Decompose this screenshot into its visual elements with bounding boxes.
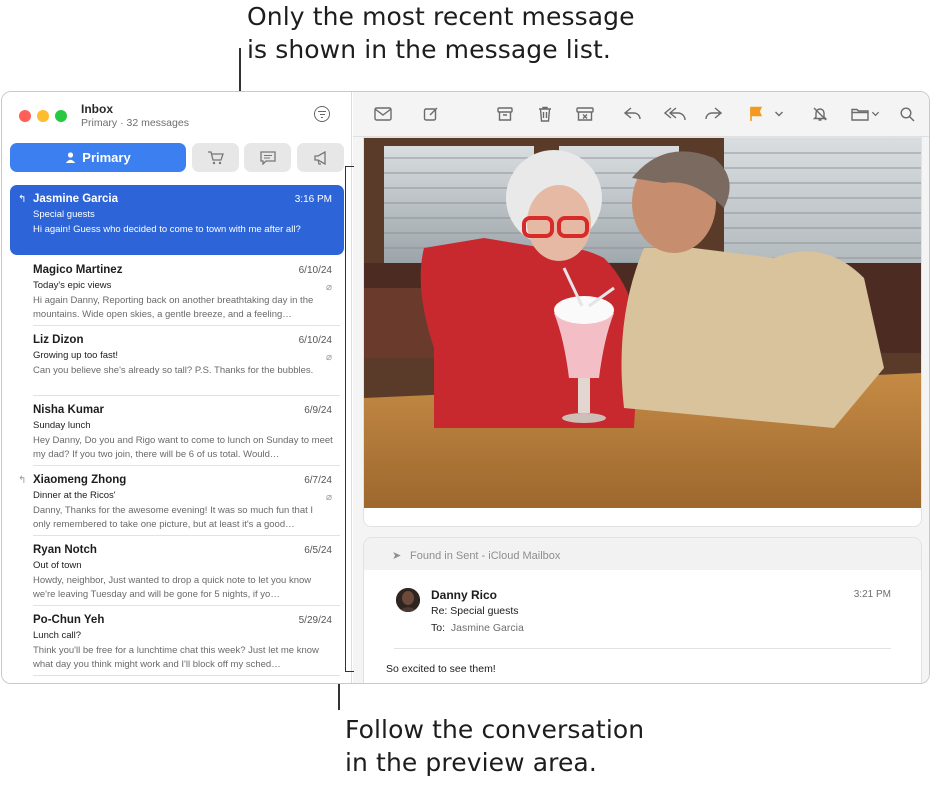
message-subject: Growing up too fast! (33, 350, 119, 361)
paper-plane-icon: ➤ (392, 550, 402, 562)
message-subject: Out of town (33, 560, 82, 571)
message-row[interactable]: Liz Dizon 6/10/24 Growing up too fast! ⌀… (10, 326, 344, 396)
tab-primary[interactable]: Primary (10, 143, 186, 172)
flag-icon[interactable] (746, 105, 766, 123)
archive-icon[interactable] (495, 105, 515, 123)
message-row[interactable]: ↰ Xiaomeng Zhong 6/7/24 Dinner at the Ri… (10, 466, 344, 536)
message-row[interactable]: Magico Martinez 6/10/24 Today's epic vie… (10, 256, 344, 326)
message-preview: Hi again! Guess who decided to come to t… (33, 224, 301, 235)
message-sender: Nisha Kumar (33, 404, 104, 416)
tab-updates[interactable] (244, 143, 291, 172)
reply-all-icon[interactable] (663, 105, 689, 123)
mute-icon[interactable] (810, 105, 830, 123)
minimize-window-button[interactable] (37, 110, 49, 122)
attachment-icon: ⌀ (325, 282, 332, 293)
forward-icon[interactable] (703, 105, 723, 123)
zoom-window-button[interactable] (55, 110, 67, 122)
message-sender: Po-Chun Yeh (33, 614, 105, 626)
filter-button[interactable] (314, 106, 330, 122)
message-date: 6/9/24 (304, 405, 332, 416)
message-preview: Think you'll be free for a lunchtime cha… (33, 645, 319, 670)
tab-transactions[interactable] (192, 143, 239, 172)
message-sender: Liz Dizon (33, 334, 84, 346)
folder-icon[interactable] (851, 105, 883, 123)
top-callout: Only the most recent message is shown in… (247, 0, 635, 66)
message-sender: Ryan Notch (33, 544, 97, 556)
message-date: 5/29/24 (298, 615, 332, 626)
bottom-callout: Follow the conversation in the preview a… (345, 713, 644, 779)
found-in-label: Found in Sent - iCloud Mailbox (410, 550, 561, 562)
to-label: To: (431, 622, 446, 634)
message-date: 6/10/24 (298, 335, 332, 346)
cart-icon (207, 150, 224, 164)
avatar (396, 588, 420, 612)
mail-window: Inbox Primary · 32 messages Primary ↰ Ja… (1, 91, 930, 684)
close-window-button[interactable] (19, 110, 31, 122)
message-sender: Magico Martinez (33, 264, 123, 276)
message-subject: Today's epic views (33, 280, 112, 291)
preview-area-bracket (345, 166, 354, 672)
message-subject: Sunday lunch (33, 420, 91, 431)
found-in-banner: ➤ Found in Sent - iCloud Mailbox (364, 538, 921, 570)
chevron-down-icon[interactable] (773, 105, 785, 123)
message-subject: Dinner at the Ricos' (33, 490, 116, 501)
top-callout-line-2: is shown in the message list. (247, 35, 611, 64)
message-date: 6/7/24 (304, 475, 332, 486)
thread-subject: Re: Special guests (431, 605, 519, 617)
top-callout-line-1: Only the most recent message (247, 2, 635, 31)
conversation-thread-card[interactable]: ➤ Found in Sent - iCloud Mailbox Danny R… (364, 538, 921, 683)
message-preview: Danny, Thanks for the awesome evening! I… (33, 505, 314, 530)
message-preview: Can you believe she's already so tall? P… (33, 365, 314, 376)
reply-icon[interactable] (623, 105, 643, 123)
message-list-pane: Inbox Primary · 32 messages Primary ↰ Ja… (2, 92, 352, 683)
message-preview: Hi again Danny, Reporting back on anothe… (33, 295, 314, 320)
message-preview: Hey Danny, Do you and Rigo want to come … (33, 435, 333, 460)
person-icon (66, 152, 76, 163)
message-date: 6/10/24 (298, 265, 332, 276)
tab-promotions[interactable] (297, 143, 344, 172)
to-value: Jasmine Garcia (450, 622, 524, 634)
replied-icon: ↰ (18, 194, 27, 205)
compose-icon[interactable] (421, 105, 441, 123)
attachment-icon: ⌀ (325, 352, 332, 363)
bottom-callout-line-1: Follow the conversation (345, 715, 645, 744)
message-photo (364, 138, 921, 508)
junk-icon[interactable] (575, 105, 595, 123)
preview-pane: ➤ Found in Sent - iCloud Mailbox Danny R… (353, 92, 929, 683)
message-sender: Jasmine Garcia (33, 193, 119, 205)
thread-recipient: To: Jasmine Garcia (431, 622, 524, 634)
message-row[interactable]: Po-Chun Yeh 5/29/24 Lunch call? Think yo… (10, 606, 344, 676)
message-subject: Lunch call? (33, 630, 82, 641)
bottom-callout-line-2: in the preview area. (345, 748, 597, 777)
envelope-icon[interactable] (373, 105, 393, 123)
message-preview: Howdy, neighbor, Just wanted to drop a q… (33, 575, 312, 600)
message-content (364, 138, 921, 526)
message-subject: Special guests (33, 209, 95, 220)
row-divider (33, 675, 340, 676)
message-row[interactable]: ↰ Jasmine Garcia 3:16 PM Special guests … (10, 185, 344, 255)
search-icon[interactable] (897, 105, 917, 123)
message-row[interactable]: Ryan Notch 6/5/24 Out of town Howdy, nei… (10, 536, 344, 606)
mailbox-title: Inbox (81, 102, 113, 116)
message-date: 3:16 PM (294, 194, 332, 205)
thread-time: 3:21 PM (853, 589, 891, 600)
attachment-icon: ⌀ (325, 492, 332, 503)
thread-sender: Danny Rico (431, 588, 498, 602)
message-row[interactable]: Nisha Kumar 6/9/24 Sunday lunch Hey Dann… (10, 396, 344, 466)
message-date: 6/5/24 (304, 545, 332, 556)
mailbox-subtitle: Primary · 32 messages (81, 117, 189, 129)
thread-body: So excited to see them! (386, 663, 496, 675)
replied-icon: ↰ (18, 475, 27, 486)
toolbar (353, 92, 929, 137)
thread-divider (394, 648, 891, 649)
megaphone-icon (313, 150, 326, 165)
message-sender: Xiaomeng Zhong (33, 474, 127, 486)
trash-icon[interactable] (535, 105, 555, 123)
tab-primary-label: Primary (82, 150, 131, 165)
chat-bubble-icon (259, 150, 276, 165)
